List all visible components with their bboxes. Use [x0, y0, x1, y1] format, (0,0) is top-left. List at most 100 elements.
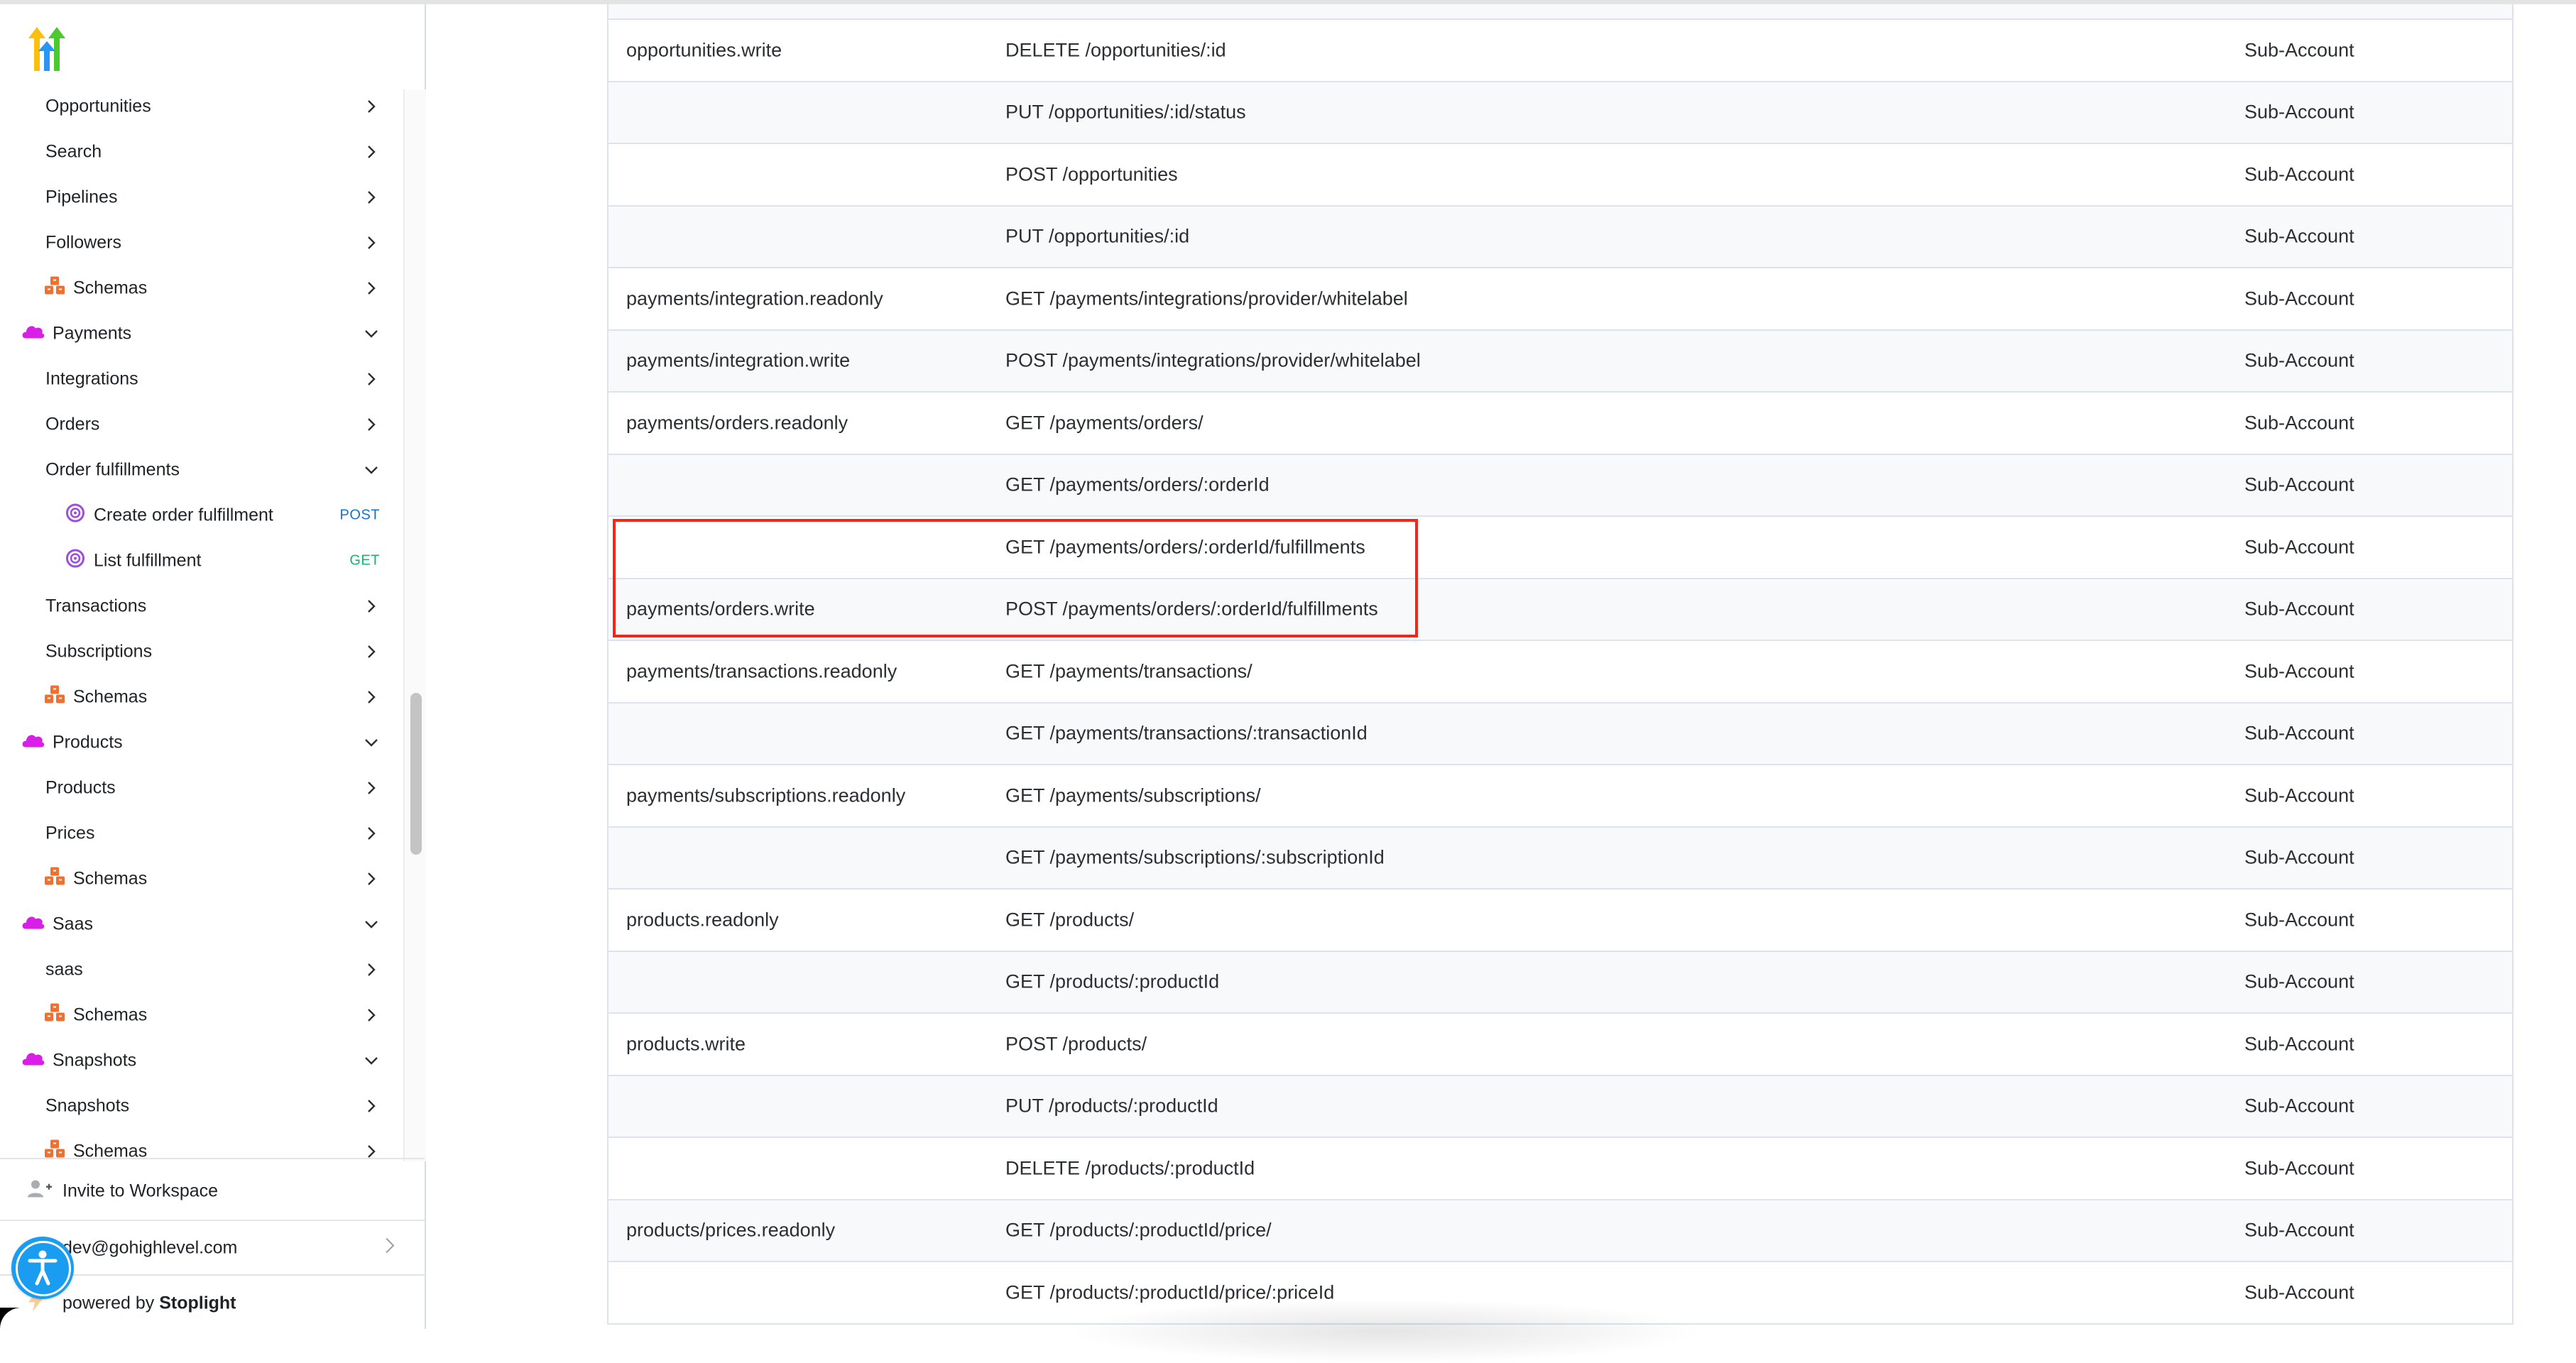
chevron-right-icon[interactable] — [364, 235, 379, 251]
sidebar-item-orders[interactable]: Orders — [0, 402, 403, 447]
table-row: payments/integration.write POST /payments… — [608, 330, 2512, 393]
gohighlevel-logo-icon[interactable] — [26, 26, 68, 71]
sidebar-item-schemas[interactable]: Schemas — [0, 1129, 403, 1161]
endpoint-cell: GET /payments/orders/:orderId — [1005, 474, 1270, 496]
table-row: payments/subscriptions.readonly GET /paym… — [608, 765, 2512, 828]
table-row: products/prices.readonly GET /products/:p… — [608, 1200, 2512, 1262]
sidebar-item-create-order-fulfillment[interactable]: Create order fulfillment POST — [0, 493, 403, 538]
sidebar: Opportunities Search Pipelines Followers Sch… — [0, 4, 426, 1329]
sidebar-item-schemas[interactable]: Schemas — [0, 992, 403, 1038]
sidebar-item-subscriptions[interactable]: Subscriptions — [0, 629, 403, 674]
endpoint-cell: GET /payments/integrations/provider/whit… — [1005, 288, 1408, 310]
target-icon — [65, 549, 85, 574]
sidebar-item-label: Schemas — [73, 1005, 148, 1025]
sidebar-item-pipelines[interactable]: Pipelines — [0, 175, 403, 220]
sidebar-item-list-fulfillment[interactable]: List fulfillment GET — [0, 538, 403, 584]
cloud-icon — [21, 1051, 45, 1071]
sidebar-item-order-fulfillments[interactable]: Order fulfillments — [0, 447, 403, 493]
chevron-down-icon[interactable] — [364, 326, 379, 341]
sidebar-item-schemas[interactable]: Schemas — [0, 674, 403, 720]
chevron-right-icon[interactable] — [364, 826, 379, 841]
endpoint-cell: GET /payments/subscriptions/:subscriptio… — [1005, 846, 1385, 868]
sidebar-item-label: saas — [45, 959, 83, 980]
chevron-right-icon[interactable] — [364, 371, 379, 387]
stoplight-brand: Stoplight — [159, 1293, 236, 1313]
scope-cell: payments/subscriptions.readonly — [626, 784, 906, 806]
sidebar-item-products[interactable]: Products — [0, 765, 403, 811]
scope-cell: payments/integration.readonly — [626, 288, 883, 310]
sidebar-item-label: Schemas — [73, 868, 148, 889]
chevron-right-icon[interactable] — [364, 190, 379, 205]
access-cell: Sub-Account — [2244, 288, 2354, 310]
endpoint-cell: GET /payments/transactions/ — [1005, 660, 1252, 682]
sidebar-item-payments[interactable]: Payments — [0, 311, 403, 356]
chevron-right-icon[interactable] — [364, 962, 379, 978]
invite-to-workspace-button[interactable]: Invite to Workspace — [0, 1163, 425, 1220]
sidebar-scrollbar-thumb[interactable] — [410, 693, 422, 855]
table-row: GET /payments/orders/:orderId Sub-Account — [608, 454, 2512, 517]
sidebar-item-saas[interactable]: saas — [0, 947, 403, 992]
table-row: GET /products/:productId Sub-Account — [608, 951, 2512, 1014]
scope-cell: payments/transactions.readonly — [626, 660, 897, 682]
chevron-right-icon[interactable] — [364, 280, 379, 296]
table-row: GET /products/:productId/price/:priceId S… — [608, 1262, 2512, 1325]
sidebar-item-schemas[interactable]: Schemas — [0, 856, 403, 902]
access-cell: Sub-Account — [2244, 1157, 2354, 1179]
sidebar-item-prices[interactable]: Prices — [0, 811, 403, 856]
chevron-right-icon[interactable] — [364, 689, 379, 705]
sidebar-item-label: Followers — [45, 232, 121, 253]
sidebar-item-label: Saas — [53, 914, 93, 934]
chevron-down-icon[interactable] — [364, 1053, 379, 1068]
chevron-right-icon[interactable] — [364, 644, 379, 659]
endpoint-cell: GET /products/:productId/price/:priceId — [1005, 1281, 1335, 1303]
chevron-right-icon[interactable] — [364, 417, 379, 432]
sidebar-item-transactions[interactable]: Transactions — [0, 584, 403, 629]
endpoint-cell: GET /payments/subscriptions/ — [1005, 784, 1261, 806]
scope-cell: products.readonly — [626, 909, 779, 931]
table-row: PUT /products/:productId Sub-Account — [608, 1075, 2512, 1138]
chevron-down-icon[interactable] — [364, 735, 379, 750]
chevron-right-icon[interactable] — [364, 598, 379, 614]
chevron-right-icon[interactable] — [364, 1144, 379, 1159]
sidebar-item-products[interactable]: Products — [0, 720, 403, 765]
table-row: DELETE /products/:productId Sub-Account — [608, 1138, 2512, 1200]
endpoint-cell: PUT /opportunities/:id — [1005, 225, 1190, 247]
add-user-icon — [27, 1179, 53, 1204]
http-method-badge: POST — [339, 507, 380, 523]
access-cell: Sub-Account — [2244, 225, 2354, 247]
endpoint-cell: DELETE /products/:productId — [1005, 1157, 1255, 1179]
endpoint-cell: POST /payments/orders/:orderId/fulfillme… — [1005, 598, 1378, 620]
chevron-right-icon[interactable] — [364, 1098, 379, 1114]
chevron-right-icon[interactable] — [364, 1007, 379, 1023]
scopes-table: opportunities.write DELETE /opportunities… — [607, 4, 2514, 1325]
table-row-partial — [608, 4, 2512, 20]
sidebar-item-label: Subscriptions — [45, 641, 153, 662]
endpoint-cell: POST /payments/integrations/provider/whi… — [1005, 349, 1421, 371]
sidebar-item-followers[interactable]: Followers — [0, 220, 403, 266]
table-row: opportunities.write DELETE /opportunities… — [608, 20, 2512, 82]
sidebar-scrollbar[interactable] — [403, 89, 426, 1161]
chevron-right-icon[interactable] — [364, 144, 379, 160]
chevron-right-icon[interactable] — [364, 780, 379, 796]
target-icon — [65, 503, 85, 528]
cloud-icon — [21, 914, 45, 935]
sidebar-item-integrations[interactable]: Integrations — [0, 356, 403, 402]
sidebar-item-saas[interactable]: Saas — [0, 902, 403, 947]
scope-cell: payments/orders.readonly — [626, 412, 848, 434]
chevron-right-icon[interactable] — [364, 99, 379, 114]
scope-cell: payments/orders.write — [626, 598, 815, 620]
access-cell: Sub-Account — [2244, 1033, 2354, 1055]
sidebar-item-snapshots[interactable]: Snapshots — [0, 1083, 403, 1129]
chevron-down-icon[interactable] — [364, 462, 379, 478]
chevron-right-icon[interactable] — [364, 871, 379, 887]
sidebar-item-label: Products — [53, 732, 123, 752]
endpoint-cell: GET /products/:productId/price/ — [1005, 1219, 1272, 1241]
access-cell: Sub-Account — [2244, 846, 2354, 868]
sidebar-item-schemas[interactable]: Schemas — [0, 266, 403, 311]
scope-cell: opportunities.write — [626, 39, 782, 61]
accessibility-button[interactable] — [11, 1237, 74, 1299]
sidebar-item-snapshots[interactable]: Snapshots — [0, 1038, 403, 1083]
sidebar-item-opportunities[interactable]: Opportunities — [0, 89, 403, 129]
sidebar-item-search[interactable]: Search — [0, 129, 403, 175]
chevron-down-icon[interactable] — [364, 916, 379, 932]
